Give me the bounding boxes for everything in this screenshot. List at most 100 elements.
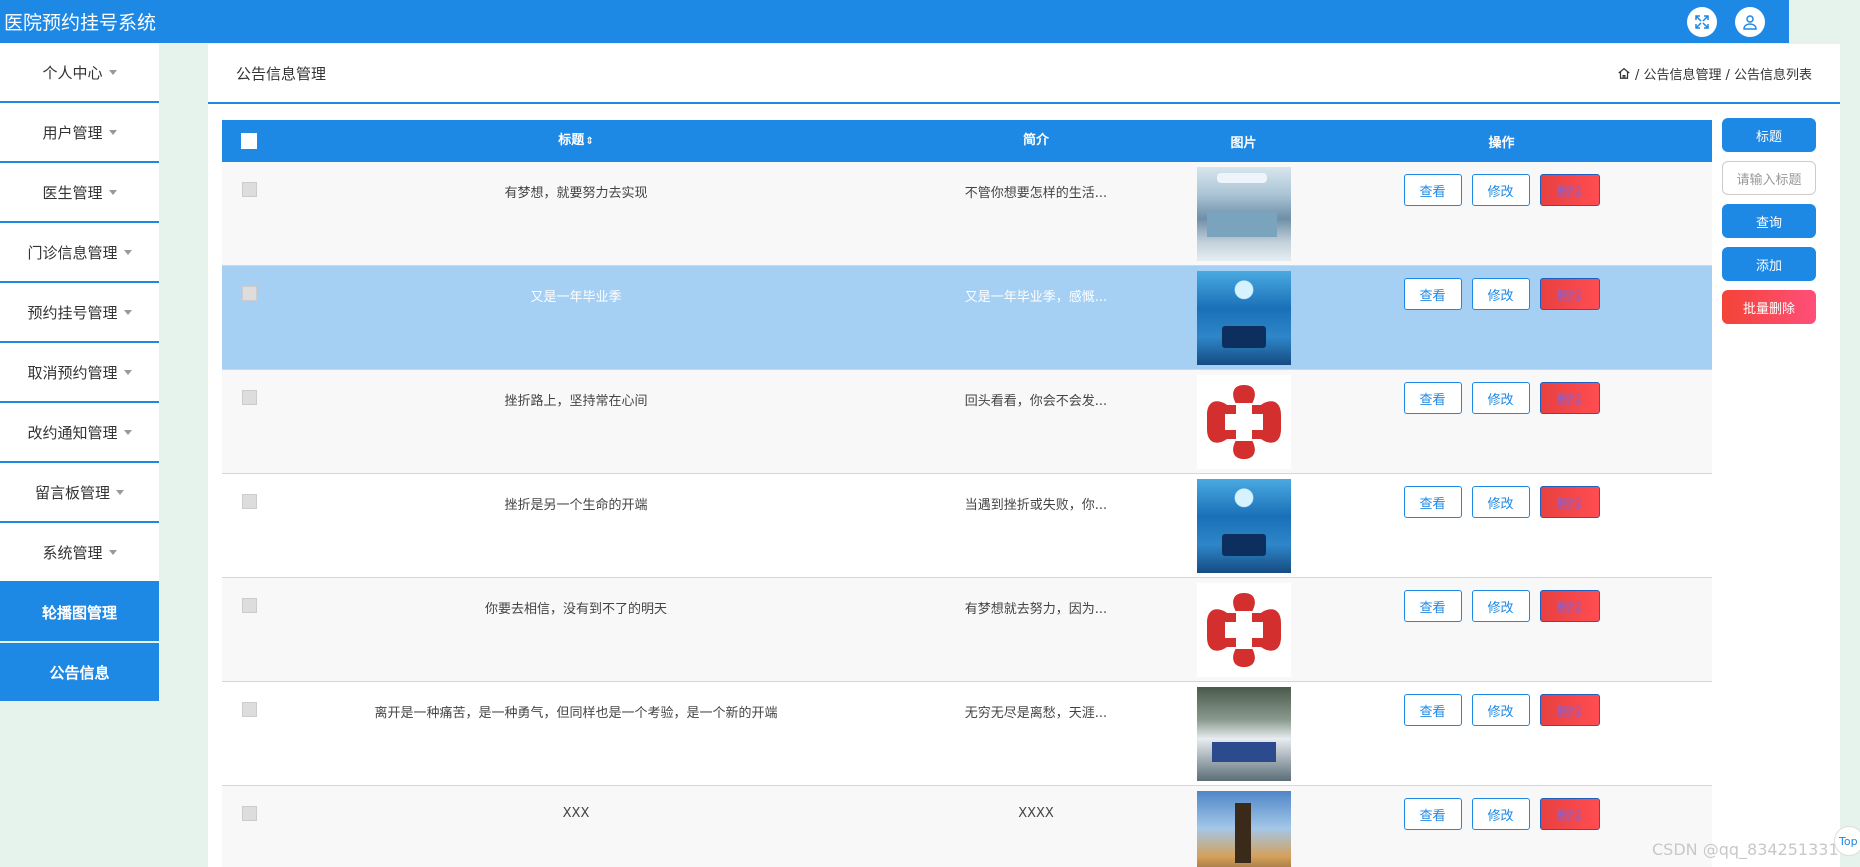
back-to-top-button[interactable]: Top [1834,826,1860,856]
breadcrumb-item: / 公告信息列表 [1725,67,1812,83]
edit-button[interactable]: 修改 [1471,798,1530,830]
sidebar-item-message-board[interactable]: 留言板管理 [0,463,159,523]
table-row[interactable]: 又是一年毕业季 又是一年毕业季，感慨... 查看 修改 删除 [222,266,1712,370]
title-filter-label[interactable]: 标题 [1722,118,1816,152]
delete-button[interactable]: 删除 [1539,278,1600,310]
view-button[interactable]: 查看 [1403,798,1462,830]
page-header: 公告信息管理 / 公告信息管理 / 公告信息列表 [208,44,1840,104]
sidebar-item-announcement[interactable]: 公告信息 [0,643,159,703]
sidebar-item-reschedule-notice[interactable]: 改约通知管理 [0,403,159,463]
row-checkbox[interactable] [241,390,257,405]
sidebar-item-carousel[interactable]: 轮播图管理 [0,583,159,643]
view-button[interactable]: 查看 [1403,486,1462,518]
add-button[interactable]: 添加 [1722,247,1816,281]
delete-button[interactable]: 删除 [1539,382,1600,414]
column-header-title[interactable]: 标题⇕ [276,120,876,163]
red-cross-icon [1206,593,1281,667]
sidebar-item-label: 改约通知管理 [27,423,118,442]
table-header: 标题⇕ 简介 图片 操作 [222,120,1712,162]
home-icon[interactable] [1617,66,1631,80]
delete-button[interactable]: 删除 [1539,798,1600,830]
caret-down-icon [108,69,117,75]
row-checkbox[interactable] [241,286,257,301]
edit-button[interactable]: 修改 [1471,590,1530,622]
table-row[interactable]: XXX XXXX 查看 修改 删除 [222,786,1712,867]
sidebar-item-label: 门诊信息管理 [27,243,118,262]
search-panel: 标题 请输入标题 查询 添加 批量删除 [1722,118,1816,324]
sidebar-item-clinic-info[interactable]: 门诊信息管理 [0,223,159,283]
row-brief: 又是一年毕业季，感慨... [964,290,1108,305]
top-bar: 医院预约挂号系统 [0,0,1789,43]
row-checkbox[interactable] [241,598,257,613]
table-row[interactable]: 离开是一种痛苦，是一种勇气，但同样也是一个考验，是一个新的开端 无穷无尽是离愁，… [222,682,1712,786]
edit-button[interactable]: 修改 [1471,174,1530,206]
query-button[interactable]: 查询 [1722,204,1816,238]
expand-icon [1695,14,1709,29]
sidebar-item-appointment[interactable]: 预约挂号管理 [0,283,159,343]
sidebar-item-label: 公告信息 [49,663,110,682]
view-button[interactable]: 查看 [1403,174,1462,206]
delete-button[interactable]: 删除 [1539,590,1600,622]
row-brief: 不管你想要怎样的生活... [964,186,1108,201]
row-image[interactable] [1196,167,1291,261]
sort-icon[interactable]: ⇕ [585,136,593,147]
sidebar-item-cancel-appointment[interactable]: 取消预约管理 [0,343,159,403]
edit-button[interactable]: 修改 [1471,382,1530,414]
caret-down-icon [123,369,132,375]
fullscreen-button[interactable] [1687,6,1717,37]
view-button[interactable]: 查看 [1403,382,1462,414]
batch-delete-button[interactable]: 批量删除 [1722,290,1816,324]
row-image[interactable] [1196,583,1291,677]
table-row[interactable]: 有梦想，就要努力去实现 不管你想要怎样的生活... 查看 修改 删除 [222,162,1712,266]
delete-button[interactable]: 删除 [1539,174,1600,206]
caret-down-icon [123,429,132,435]
user-button[interactable] [1735,6,1765,37]
main-panel: 公告信息管理 / 公告信息管理 / 公告信息列表 标题⇕ 简介 图片 操作 有梦… [208,44,1840,867]
sidebar-item-personal-center[interactable]: 个人中心 [0,43,159,103]
sidebar-item-user-management[interactable]: 用户管理 [0,103,159,163]
sidebar-item-label: 个人中心 [42,63,103,82]
breadcrumb-item[interactable]: / 公告信息管理 [1635,64,1722,83]
row-image[interactable] [1196,375,1291,469]
row-checkbox[interactable] [241,702,257,717]
row-brief: XXXX [1018,806,1054,821]
view-button[interactable]: 查看 [1403,278,1462,310]
search-input[interactable]: 请输入标题 [1722,161,1816,195]
edit-button[interactable]: 修改 [1471,278,1530,310]
delete-button[interactable]: 删除 [1539,486,1600,518]
table-row[interactable]: 挫折是另一个生命的开端 当遇到挫折或失败，你... 查看 修改 删除 [222,474,1712,578]
caret-down-icon [108,189,117,195]
edit-button[interactable]: 修改 [1471,694,1530,726]
caret-down-icon [123,249,132,255]
sidebar-item-label: 留言板管理 [34,483,110,502]
sidebar-item-label: 医生管理 [42,183,103,202]
caret-down-icon [123,309,132,315]
caret-down-icon [116,489,124,495]
row-brief: 当遇到挫折或失败，你... [964,498,1108,513]
table-row[interactable]: 你要去相信，没有到不了的明天 有梦想就去努力，因为... 查看 修改 删除 [222,578,1712,682]
column-header-label: 标题 [558,132,585,148]
edit-button[interactable]: 修改 [1471,486,1530,518]
row-checkbox[interactable] [241,806,257,821]
delete-button[interactable]: 删除 [1539,694,1600,726]
row-checkbox[interactable] [241,494,257,509]
row-image[interactable] [1196,791,1291,867]
sidebar-item-system[interactable]: 系统管理 [0,523,159,583]
select-all-checkbox[interactable] [241,133,257,149]
page-title: 公告信息管理 [236,64,327,83]
table-row[interactable]: 挫折路上，坚持常在心间 回头看看，你会不会发... 查看 修改 删除 [222,370,1712,474]
view-button[interactable]: 查看 [1403,694,1462,726]
watermark: CSDN @qq_834251331 [1652,840,1839,859]
row-brief: 有梦想就去努力，因为... [964,602,1108,617]
user-icon [1743,14,1757,30]
view-button[interactable]: 查看 [1403,590,1462,622]
row-checkbox[interactable] [241,182,257,197]
row-brief: 无穷无尽是离愁，天涯... [964,706,1108,721]
row-image[interactable] [1196,687,1291,781]
red-cross-icon [1206,385,1281,459]
row-image[interactable] [1196,271,1291,365]
row-title: 有梦想，就要努力去实现 [504,186,648,201]
caret-down-icon [108,129,117,135]
sidebar-item-doctor-management[interactable]: 医生管理 [0,163,159,223]
row-image[interactable] [1196,479,1291,573]
